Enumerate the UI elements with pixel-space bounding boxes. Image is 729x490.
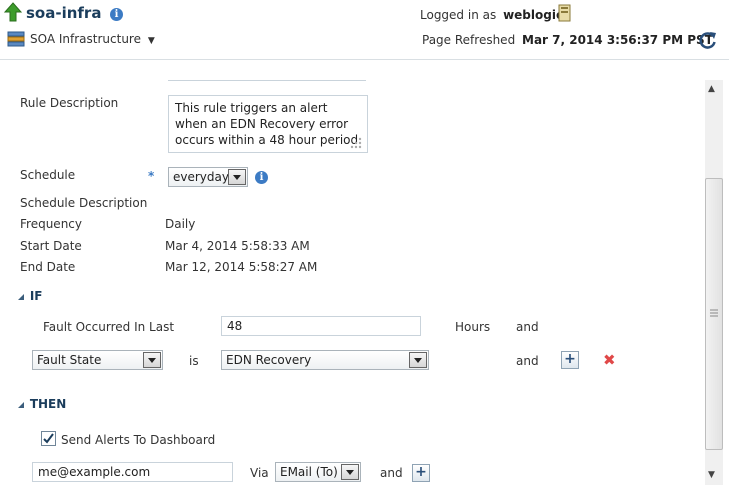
via-select[interactable]: EMail (To) — [275, 462, 361, 482]
hours-label: Hours — [455, 320, 491, 334]
chevron-down-icon — [228, 169, 246, 185]
and-label: and — [516, 354, 539, 368]
schedule-select[interactable]: everyday — [168, 167, 248, 187]
schedule-label: Schedule — [20, 168, 76, 182]
page-header: soa-infra i SOA Infrastructure ▼ Logged … — [0, 0, 729, 60]
scroll-up-arrow-icon[interactable]: ▲ — [708, 84, 715, 94]
soa-infrastructure-menu[interactable]: SOA Infrastructure ▼ — [30, 32, 155, 46]
divider — [168, 80, 366, 81]
and-label: and — [380, 466, 403, 480]
email-value: me@example.com — [38, 465, 151, 479]
collapse-triangle-icon — [18, 401, 24, 408]
add-condition-button[interactable]: + — [561, 351, 579, 369]
condition-value-select[interactable]: EDN Recovery — [221, 350, 429, 370]
then-section-title: THEN — [29, 397, 67, 411]
delete-condition-icon[interactable]: ✖ — [603, 353, 616, 368]
send-alerts-checkbox[interactable] — [41, 431, 56, 446]
chevron-down-icon — [341, 464, 359, 480]
end-date-value: Mar 12, 2014 5:58:27 AM — [165, 260, 318, 274]
if-section-title: IF — [29, 289, 43, 303]
grip-icon — [710, 309, 718, 317]
frequency-label: Frequency — [20, 217, 82, 231]
checkmark-icon — [43, 433, 54, 444]
rule-description-textarea[interactable]: This rule triggers an alert when an EDN … — [168, 95, 368, 153]
schedule-description-label: Schedule Description — [20, 196, 148, 210]
start-date-label: Start Date — [20, 239, 82, 253]
soa-infrastructure-menu-label: SOA Infrastructure — [30, 32, 141, 46]
frequency-value: Daily — [165, 217, 196, 231]
page-refreshed-value: Mar 7, 2014 3:56:37 PM PST — [522, 33, 713, 47]
then-section-header[interactable]: THEN — [18, 397, 66, 411]
is-label: is — [189, 354, 199, 368]
send-alerts-label: Send Alerts To Dashboard — [61, 433, 216, 447]
fault-occurred-label: Fault Occurred In Last — [43, 320, 175, 334]
logged-in-label: Logged in as — [420, 8, 497, 22]
required-marker: * — [148, 169, 155, 183]
collapse-triangle-icon — [18, 293, 24, 300]
page-title: soa-infra — [26, 4, 102, 22]
if-section-header[interactable]: IF — [18, 289, 43, 303]
plus-icon: + — [415, 464, 427, 480]
resize-handle-icon[interactable] — [350, 137, 362, 149]
server-icon — [558, 4, 571, 22]
via-select-value: EMail (To) — [280, 465, 338, 479]
start-date-value: Mar 4, 2014 5:58:33 AM — [165, 239, 310, 253]
up-arrow-icon[interactable] — [4, 2, 22, 22]
chevron-down-icon: ▼ — [147, 36, 155, 46]
chevron-down-icon — [409, 352, 427, 368]
fault-occurred-value: 48 — [227, 319, 243, 333]
schedule-select-value: everyday — [173, 170, 229, 184]
plus-icon: + — [564, 351, 576, 367]
rule-description-value: This rule triggers an alert when an EDN … — [175, 101, 359, 147]
page-refreshed-info: Page Refreshed Mar 7, 2014 3:56:37 PM PS… — [422, 33, 713, 47]
via-label: Via — [250, 466, 269, 480]
add-recipient-button[interactable]: + — [412, 464, 430, 482]
scroll-down-arrow-icon[interactable]: ▼ — [708, 470, 715, 480]
info-icon[interactable]: i — [110, 8, 123, 21]
soa-infrastructure-icon — [7, 31, 25, 47]
condition-field-select[interactable]: Fault State — [32, 350, 163, 370]
schedule-info-icon[interactable]: i — [255, 171, 268, 184]
condition-field-value: Fault State — [37, 353, 102, 367]
rule-description-label: Rule Description — [20, 96, 119, 110]
refresh-icon[interactable] — [698, 30, 718, 50]
logged-in-info: Logged in as weblogic — [420, 8, 563, 22]
page-refreshed-label: Page Refreshed — [422, 33, 516, 47]
condition-value-text: EDN Recovery — [226, 353, 312, 367]
fault-occurred-input[interactable]: 48 — [221, 316, 421, 336]
chevron-down-icon — [143, 352, 161, 368]
and-label: and — [516, 320, 539, 334]
user-name[interactable]: weblogic — [503, 8, 563, 22]
email-input[interactable]: me@example.com — [32, 462, 233, 482]
end-date-label: End Date — [20, 260, 76, 274]
